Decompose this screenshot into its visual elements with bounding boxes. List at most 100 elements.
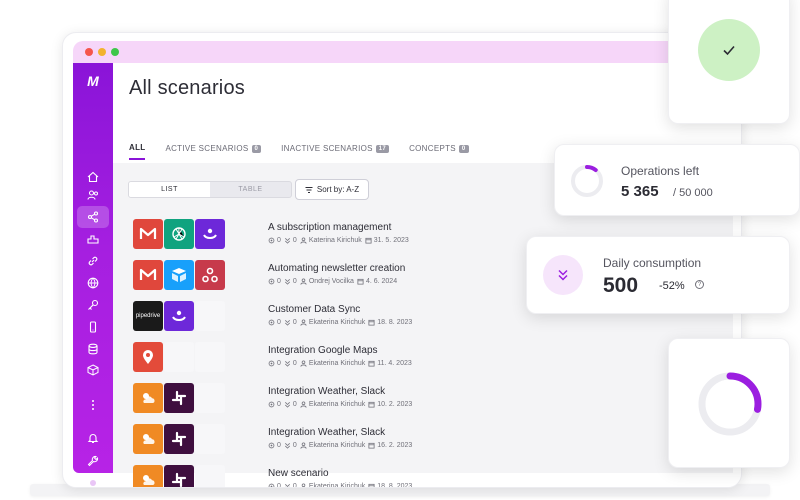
weather-app-icon bbox=[133, 383, 163, 413]
operations-count: 0 bbox=[277, 319, 281, 326]
tab-inactive-scenarios[interactable]: INACTIVE SCENARIOS 17 bbox=[281, 143, 390, 160]
avatar-icon[interactable] bbox=[83, 473, 103, 487]
home-icon[interactable] bbox=[83, 167, 103, 187]
scenarios-share-icon[interactable] bbox=[77, 206, 109, 228]
scenario-title[interactable]: Automating newsletter creation bbox=[268, 263, 405, 274]
check-icon bbox=[723, 45, 735, 56]
scenario-title[interactable]: Customer Data Sync bbox=[268, 304, 360, 315]
daily-consumption-label: Daily consumption bbox=[603, 256, 702, 270]
operations-count: 0 bbox=[277, 360, 281, 367]
scenario-meta: 0 0 Ekaterina Kirichuk 10. 2. 2023 bbox=[268, 401, 415, 408]
tab-label: ALL bbox=[129, 143, 146, 152]
scenario-meta: 0 0 Ekaterina Kirichuk 16. 2. 2023 bbox=[268, 442, 415, 449]
view-toggle: LIST TABLE bbox=[128, 181, 292, 198]
make-app-icon bbox=[195, 219, 225, 249]
operations-value: 5 365 bbox=[621, 183, 659, 200]
scenario-title[interactable]: A subscription management bbox=[268, 222, 391, 233]
count-badge: 0 bbox=[458, 144, 469, 153]
errors-count: 0 bbox=[292, 237, 297, 244]
slack-app-icon bbox=[164, 424, 194, 454]
errors-count: 0 bbox=[292, 401, 297, 408]
globe-icon[interactable] bbox=[83, 273, 103, 293]
scenario-meta: 0 0 Ekaterina Kirichuk 18. 8. 2023 bbox=[268, 483, 415, 488]
scenario-date: 16. 2. 2023 bbox=[377, 442, 413, 449]
sort-label: Sort by: A-Z bbox=[316, 185, 360, 194]
scenario-row[interactable]: A subscription management 0 0 Katerina Kiri… bbox=[133, 219, 513, 253]
operations-progress-ring bbox=[571, 165, 603, 197]
weather-app-icon bbox=[133, 465, 163, 487]
close-window-button[interactable] bbox=[85, 48, 93, 56]
tab-label: CONCEPTS bbox=[409, 144, 456, 153]
scenario-row[interactable]: pipedrive Customer Data Sync 0 0 Ekaterina K… bbox=[133, 301, 513, 335]
scenario-row[interactable]: Integration Weather, Slack 0 0 Ekaterina Ki… bbox=[133, 383, 513, 417]
more-icon[interactable] bbox=[83, 395, 103, 415]
tab-all[interactable]: ALL bbox=[129, 143, 146, 160]
maximize-window-button[interactable] bbox=[111, 48, 119, 56]
make-app-icon bbox=[164, 301, 194, 331]
gmail-app-icon bbox=[133, 219, 163, 249]
scenario-row[interactable]: Integration Weather, Slack 0 0 Ekaterina Ki… bbox=[133, 424, 513, 458]
errors-count: 0 bbox=[292, 319, 297, 326]
scenario-title[interactable]: Integration Google Maps bbox=[268, 345, 378, 356]
database-icon[interactable] bbox=[83, 339, 103, 359]
author-name: Ekaterina Kirichuk bbox=[308, 401, 366, 408]
weather-app-icon bbox=[133, 424, 163, 454]
double-chevron-down-icon bbox=[543, 255, 583, 295]
scenario-row[interactable]: New scenario 0 0 Ekaterina Kirichuk 18. 8. 2… bbox=[133, 465, 513, 488]
scenario-date: 18. 8. 2023 bbox=[377, 483, 413, 488]
daily-consumption-change: -52% bbox=[659, 280, 685, 292]
box-icon[interactable] bbox=[83, 360, 103, 380]
openai-app-icon bbox=[164, 219, 194, 249]
scenario-date: 10. 2. 2023 bbox=[377, 401, 413, 408]
sort-icon bbox=[305, 186, 313, 193]
sort-button[interactable]: Sort by: A-Z bbox=[295, 179, 369, 200]
make-logo[interactable]: M bbox=[83, 73, 103, 89]
scenario-date: 31. 5. 2023 bbox=[373, 237, 409, 244]
tab-concepts[interactable]: CONCEPTS 0 bbox=[409, 143, 469, 160]
errors-count: 0 bbox=[292, 360, 297, 367]
slack-app-icon bbox=[164, 383, 194, 413]
device-icon[interactable] bbox=[83, 317, 103, 337]
bell-icon[interactable] bbox=[83, 428, 103, 448]
usage-progress-ring bbox=[698, 372, 762, 436]
errors-count: 0 bbox=[292, 278, 297, 285]
scenario-meta: 0 0 Ekaterina Kirichuk 11. 4. 2023 bbox=[268, 360, 415, 367]
operations-count: 0 bbox=[277, 237, 281, 244]
airtable-app-icon bbox=[164, 260, 194, 290]
scenario-title[interactable]: New scenario bbox=[268, 468, 329, 479]
scenario-title[interactable]: Integration Weather, Slack bbox=[268, 386, 385, 397]
wrench-icon[interactable] bbox=[83, 451, 103, 471]
empty-app-slot bbox=[195, 383, 225, 413]
author-name: Ekaterina Kirichuk bbox=[308, 319, 366, 326]
author-name: Ekaterina Kirichuk bbox=[308, 483, 366, 488]
author-name: Ondrej Vocilka bbox=[308, 278, 354, 285]
key-icon[interactable] bbox=[83, 295, 103, 315]
link-icon[interactable] bbox=[83, 251, 103, 271]
table-view-button[interactable]: TABLE bbox=[210, 182, 291, 197]
page-title: All scenarios bbox=[129, 77, 245, 99]
minimize-window-button[interactable] bbox=[98, 48, 106, 56]
team-icon[interactable] bbox=[83, 185, 103, 205]
scenario-meta: 0 0 Katerina Kirichuk 31. 5. 2023 bbox=[268, 237, 412, 244]
tab-active-scenarios[interactable]: ACTIVE SCENARIOS 0 bbox=[165, 143, 262, 160]
templates-icon[interactable] bbox=[83, 229, 103, 249]
operations-left-card: Operations left 5 365 / 50 000 bbox=[554, 144, 800, 216]
scenario-title[interactable]: Integration Weather, Slack bbox=[268, 427, 385, 438]
empty-app-slot bbox=[195, 465, 225, 487]
operations-label: Operations left bbox=[621, 164, 700, 178]
scenario-row[interactable]: Automating newsletter creation 0 0 Ondrej V… bbox=[133, 260, 513, 294]
info-icon[interactable]: ? bbox=[695, 280, 704, 289]
author-name: Ekaterina Kirichuk bbox=[308, 442, 366, 449]
operations-total: / 50 000 bbox=[673, 187, 713, 199]
tab-label: INACTIVE SCENARIOS bbox=[281, 144, 373, 153]
pipedrive-app-icon: pipedrive bbox=[133, 301, 163, 331]
maps-app-icon bbox=[133, 342, 163, 372]
slack-app-icon bbox=[164, 465, 194, 487]
webhooks-app-icon bbox=[195, 260, 225, 290]
usage-ring-card bbox=[668, 338, 790, 468]
scenario-tabs: ALL ACTIVE SCENARIOS 0 INACTIVE SCENARIO… bbox=[129, 143, 489, 160]
scenario-row[interactable]: Integration Google Maps 0 0 Ekaterina Kiric… bbox=[133, 342, 513, 376]
list-view-button[interactable]: LIST bbox=[129, 182, 210, 197]
daily-consumption-card: Daily consumption 500 -52% ? bbox=[526, 236, 790, 314]
scenario-meta: 0 0 Ondrej Vocilka 4. 6. 2024 bbox=[268, 278, 400, 285]
